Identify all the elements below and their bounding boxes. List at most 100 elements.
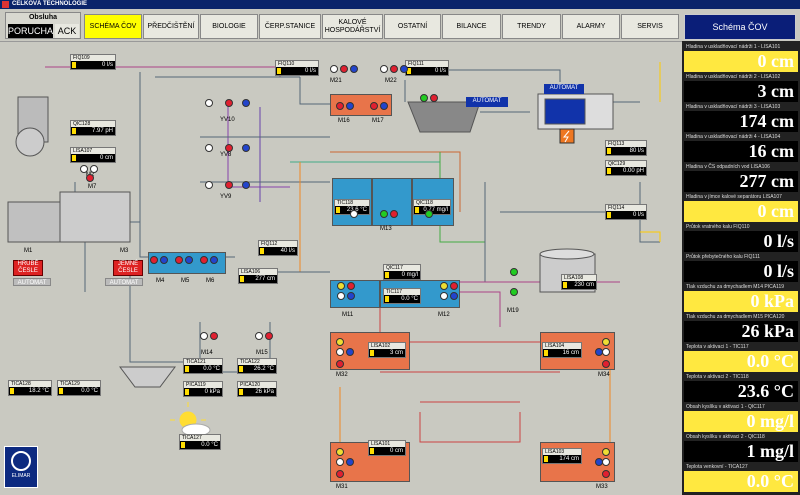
status-indicator-icon[interactable] <box>80 165 88 173</box>
status-indicator-icon[interactable] <box>225 99 233 107</box>
tag-lisa102[interactable]: LISA102 3 cm <box>368 342 406 358</box>
tag-tic117[interactable]: TIC117 0.0 °C <box>383 288 421 304</box>
status-indicator-icon[interactable] <box>205 144 213 152</box>
status-indicator-icon[interactable] <box>336 348 344 356</box>
status-indicator-icon[interactable] <box>595 348 603 356</box>
status-indicator-icon[interactable] <box>430 94 438 102</box>
status-indicator-icon[interactable] <box>265 332 273 340</box>
nav-tab-7[interactable]: TRENDY <box>502 14 561 39</box>
status-indicator-icon[interactable] <box>346 348 354 356</box>
nav-tab-0[interactable]: SCHÉMA ČOV <box>84 14 142 39</box>
status-indicator-icon[interactable] <box>225 144 233 152</box>
status-indicator-icon[interactable] <box>86 174 94 182</box>
status-indicator-icon[interactable] <box>380 210 388 218</box>
status-indicator-icon[interactable] <box>380 102 388 110</box>
nav-tab-5[interactable]: OSTATNÍ <box>384 14 441 39</box>
tag-fiq110[interactable]: FIQ110 0 l/s <box>275 60 319 76</box>
status-indicator-icon[interactable] <box>400 65 408 73</box>
status-indicator-icon[interactable] <box>450 292 458 300</box>
status-indicator-icon[interactable] <box>425 210 433 218</box>
status-indicator-icon[interactable] <box>242 99 250 107</box>
ack-button[interactable]: ACK <box>55 24 79 38</box>
status-indicator-icon[interactable] <box>440 282 448 290</box>
porucha-button[interactable]: PORUCHA <box>8 24 53 38</box>
nav-tab-6[interactable]: BILANCE <box>442 14 501 39</box>
tag-tica128[interactable]: TICA128 18.2 °C <box>8 380 52 396</box>
status-indicator-icon[interactable] <box>420 94 428 102</box>
tag-lisa104[interactable]: LISA104 16 cm <box>542 342 582 358</box>
tag-fiq113[interactable]: FIQ113 80 l/s <box>605 140 647 156</box>
status-indicator-icon[interactable] <box>150 256 158 264</box>
tag-lisa101[interactable]: LISA101 0 cm <box>368 440 406 456</box>
tag-tica122[interactable]: TICA122 26.2 °C <box>237 358 277 374</box>
status-indicator-icon[interactable] <box>602 338 610 346</box>
nav-tab-9[interactable]: SERVIS <box>621 14 679 39</box>
tag-tica121[interactable]: TICA121 0.0 °C <box>183 358 223 374</box>
clarifier-automat[interactable]: AUTOMAT <box>466 97 508 107</box>
status-indicator-icon[interactable] <box>210 332 218 340</box>
status-indicator-icon[interactable] <box>347 282 355 290</box>
tag-fiq109[interactable]: FIQ109 0 l/s <box>70 54 116 70</box>
tag-tica127[interactable]: TICA127 0.0 °C <box>179 434 221 450</box>
status-indicator-icon[interactable] <box>380 65 388 73</box>
tag-tica129[interactable]: TICA129 0.0 °C <box>57 380 101 396</box>
status-indicator-icon[interactable] <box>336 338 344 346</box>
status-indicator-icon[interactable] <box>200 332 208 340</box>
tag-lisa106[interactable]: LISA106 277 cm <box>238 268 278 284</box>
status-indicator-icon[interactable] <box>336 458 344 466</box>
status-indicator-icon[interactable] <box>346 102 354 110</box>
nav-tab-2[interactable]: BIOLOGIE <box>200 14 258 39</box>
press-automat[interactable]: AUTOMAT <box>544 84 584 94</box>
status-indicator-icon[interactable] <box>346 458 354 466</box>
status-indicator-icon[interactable] <box>337 292 345 300</box>
tag-pica120[interactable]: PICA120 26 kPa <box>237 381 277 397</box>
status-indicator-icon[interactable] <box>242 181 250 189</box>
fine-screen-button[interactable]: JEMNÉ ČESLE <box>113 260 143 276</box>
status-indicator-icon[interactable] <box>210 256 218 264</box>
status-indicator-icon[interactable] <box>350 210 358 218</box>
status-indicator-icon[interactable] <box>347 292 355 300</box>
status-indicator-icon[interactable] <box>242 144 250 152</box>
status-indicator-icon[interactable] <box>330 65 338 73</box>
status-indicator-icon[interactable] <box>510 268 518 276</box>
tag-fiq112[interactable]: FIQ112 40 l/s <box>258 240 298 256</box>
status-indicator-icon[interactable] <box>336 470 344 478</box>
status-indicator-icon[interactable] <box>225 181 233 189</box>
status-indicator-icon[interactable] <box>200 256 208 264</box>
fine-screen-automat[interactable]: AUTOMAT <box>105 278 143 286</box>
status-indicator-icon[interactable] <box>602 458 610 466</box>
status-indicator-icon[interactable] <box>336 448 344 456</box>
status-indicator-icon[interactable] <box>450 282 458 290</box>
tag-qic129[interactable]: QIC129 0.00 pH <box>605 160 647 176</box>
status-indicator-icon[interactable] <box>336 102 344 110</box>
status-indicator-icon[interactable] <box>340 65 348 73</box>
status-indicator-icon[interactable] <box>175 256 183 264</box>
nav-tab-3[interactable]: ČERP.STANICE <box>259 14 321 39</box>
nav-tab-4[interactable]: KALOVÉ HOSPODÁŘSTVÍ <box>322 14 383 39</box>
nav-tab-1[interactable]: PŘEDČIŠTĚNÍ <box>143 14 199 39</box>
status-indicator-icon[interactable] <box>390 65 398 73</box>
tag-qic128[interactable]: QIC128 7.97 pH <box>70 120 116 136</box>
status-indicator-icon[interactable] <box>337 282 345 290</box>
status-indicator-icon[interactable] <box>336 360 344 368</box>
status-indicator-icon[interactable] <box>602 348 610 356</box>
status-indicator-icon[interactable] <box>510 288 518 296</box>
tag-lisa107[interactable]: LISA107 0 cm <box>70 147 116 163</box>
status-indicator-icon[interactable] <box>602 470 610 478</box>
coarse-screen-button[interactable]: HRUBÉ ČESLE <box>13 260 43 276</box>
tag-fiq111[interactable]: FIQ111 0 l/s <box>405 60 449 76</box>
status-indicator-icon[interactable] <box>90 165 98 173</box>
status-indicator-icon[interactable] <box>255 332 263 340</box>
status-indicator-icon[interactable] <box>205 181 213 189</box>
status-indicator-icon[interactable] <box>350 65 358 73</box>
tag-fiq114[interactable]: FIQ114 0 l/s <box>605 204 647 220</box>
status-indicator-icon[interactable] <box>602 360 610 368</box>
tag-qic117[interactable]: QIC117 0 mg/l <box>383 264 421 280</box>
status-indicator-icon[interactable] <box>602 448 610 456</box>
coarse-screen-automat[interactable]: AUTOMAT <box>13 278 51 286</box>
status-indicator-icon[interactable] <box>370 102 378 110</box>
tag-pica119[interactable]: PICA119 0 kPa <box>183 381 223 397</box>
tag-lisa103[interactable]: LISA103 174 cm <box>542 448 582 464</box>
status-indicator-icon[interactable] <box>390 210 398 218</box>
nav-tab-8[interactable]: ALARMY <box>562 14 620 39</box>
